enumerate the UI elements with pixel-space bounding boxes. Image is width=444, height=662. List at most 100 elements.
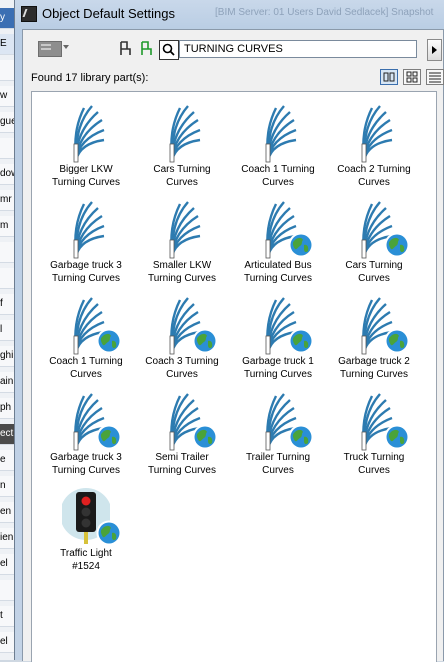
library-part-name-line2: Turning Curves	[244, 369, 312, 380]
globe-icon	[96, 424, 122, 450]
turning-curves-icon	[169, 201, 201, 259]
library-part-item[interactable]: Cars Turning Curves	[134, 100, 230, 196]
green-chair-object-icon[interactable]	[139, 40, 153, 56]
library-part-label: Coach 3 Turning Curves	[134, 355, 230, 381]
library-part-name-line2: Turning Curves	[52, 273, 120, 284]
library-part-item[interactable]: Cars Turning Curves	[326, 196, 422, 292]
library-part-label: Truck Turning Curves	[326, 451, 422, 477]
library-part-label: Coach 1 Turning Curves	[230, 163, 326, 189]
library-part-name-line1: Traffic Light	[60, 548, 112, 559]
library-part-label: Cars Turning Curves	[326, 259, 422, 285]
library-part-name-line1: Coach 3 Turning	[145, 356, 219, 367]
library-part-item[interactable]: Truck Turning Curves	[326, 388, 422, 484]
library-part-label: Coach 2 Turning Curves	[326, 163, 422, 189]
library-part-name-line1: Coach 1 Turning	[241, 164, 315, 175]
found-count-label: Found 17 library part(s):	[31, 72, 149, 84]
magnifier-icon	[162, 43, 175, 56]
library-part-name-line2: Curves	[358, 273, 390, 284]
chevron-down-icon[interactable]	[63, 45, 69, 49]
library-part-item[interactable]: Coach 2 Turning Curves	[326, 100, 422, 196]
library-part-item[interactable]: Articulated Bus Turning Curves	[230, 196, 326, 292]
library-part-name-line1: Articulated Bus	[244, 260, 312, 271]
library-part-name-line1: Cars Turning	[153, 164, 211, 175]
library-part-label: Garbage truck 3 Turning Curves	[38, 451, 134, 477]
globe-icon	[96, 328, 122, 354]
library-part-name-line1: Truck Turning	[343, 452, 405, 463]
title-bar[interactable]: Object Default Settings [BIM Server: 01 …	[15, 0, 444, 27]
library-part-name-line2: Turning Curves	[244, 273, 312, 284]
library-part-name-line1: Garbage truck 1	[242, 356, 314, 367]
small-icons-view-button[interactable]	[403, 69, 421, 85]
library-part-name-line2: Curves	[262, 465, 294, 476]
library-part-name-line2: Turning Curves	[148, 273, 216, 284]
list-view-icon	[429, 72, 441, 83]
globe-icon	[384, 232, 410, 258]
background-window-title: [BIM Server: 01 Users David Sedlacek] Sn…	[215, 7, 434, 18]
preview-pane-icon[interactable]	[38, 41, 62, 57]
library-parts-grid[interactable]: Bigger LKW Turning Curves Cars Turning Curv…	[31, 91, 437, 662]
library-part-name-line1: Semi Trailer	[155, 452, 209, 463]
library-part-item[interactable]: Garbage truck 1 Turning Curves	[230, 292, 326, 388]
library-part-item[interactable]: Smaller LKW Turning Curves	[134, 196, 230, 292]
toolbar	[23, 30, 443, 70]
library-part-name-line2: Curves	[166, 177, 198, 188]
library-part-name-line2: #1524	[72, 561, 100, 572]
library-part-label: Traffic Light #1524	[38, 547, 134, 573]
library-part-label: Cars Turning Curves	[134, 163, 230, 189]
library-part-name-line1: Cars Turning	[345, 260, 403, 271]
library-part-item[interactable]: Garbage truck 3 Turning Curves	[38, 196, 134, 292]
library-part-label: Garbage truck 2 Turning Curves	[326, 355, 422, 381]
library-part-name-line1: Coach 2 Turning	[337, 164, 411, 175]
large-icons-view-icon	[383, 72, 395, 82]
archicad-app-icon	[21, 6, 37, 22]
chair-object-icon[interactable]	[118, 40, 132, 56]
search-input[interactable]	[179, 40, 417, 58]
library-part-name-line2: Turning Curves	[148, 465, 216, 476]
globe-icon	[96, 520, 122, 546]
library-part-label: Semi Trailer Turning Curves	[134, 451, 230, 477]
library-part-label: Articulated Bus Turning Curves	[230, 259, 326, 285]
library-part-item[interactable]: Bigger LKW Turning Curves	[38, 100, 134, 196]
library-part-name-line1: Trailer Turning	[245, 452, 311, 463]
library-part-name-line2: Turning Curves	[52, 465, 120, 476]
dialog-body: Found 17 library part(s): Bigger	[22, 29, 444, 662]
list-view-button[interactable]	[426, 69, 444, 85]
object-default-settings-dialog: Object Default Settings [BIM Server: 01 …	[14, 0, 444, 662]
globe-icon	[192, 328, 218, 354]
library-part-label: Garbage truck 3 Turning Curves	[38, 259, 134, 285]
library-part-label: Smaller LKW Turning Curves	[134, 259, 230, 285]
large-icons-view-button[interactable]	[380, 69, 398, 85]
window-title: Object Default Settings	[42, 6, 175, 21]
library-part-item[interactable]: Coach 1 Turning Curves	[38, 292, 134, 388]
globe-icon	[384, 424, 410, 450]
library-part-item[interactable]: Traffic Light #1524	[38, 484, 134, 580]
next-arrow-button[interactable]	[427, 39, 442, 61]
library-part-name-line1: Coach 1 Turning	[49, 356, 123, 367]
library-part-item[interactable]: Garbage truck 2 Turning Curves	[326, 292, 422, 388]
globe-icon	[384, 328, 410, 354]
globe-icon	[288, 424, 314, 450]
turning-curves-icon	[169, 105, 201, 163]
library-part-name-line1: Garbage truck 3	[50, 260, 122, 271]
library-part-name-line1: Smaller LKW	[152, 260, 212, 271]
library-part-item[interactable]: Coach 3 Turning Curves	[134, 292, 230, 388]
library-part-item[interactable]: Trailer Turning Curves	[230, 388, 326, 484]
library-part-item[interactable]: Semi Trailer Turning Curves	[134, 388, 230, 484]
turning-curves-icon	[73, 201, 105, 259]
library-part-name-line1: Garbage truck 3	[50, 452, 122, 463]
library-part-name-line2: Curves	[166, 369, 198, 380]
turning-curves-icon	[265, 105, 297, 163]
library-part-label: Garbage truck 1 Turning Curves	[230, 355, 326, 381]
library-part-name-line2: Curves	[358, 177, 390, 188]
library-part-label: Coach 1 Turning Curves	[38, 355, 134, 381]
search-button[interactable]	[159, 40, 179, 60]
library-part-name-line1: Bigger LKW	[59, 164, 113, 175]
library-part-item[interactable]: Garbage truck 3 Turning Curves	[38, 388, 134, 484]
library-part-name-line1: Garbage truck 2	[338, 356, 410, 367]
globe-icon	[288, 232, 314, 258]
small-icons-view-icon	[406, 71, 418, 83]
globe-icon	[192, 424, 218, 450]
library-part-label: Trailer Turning Curves	[230, 451, 326, 477]
library-part-name-line2: Curves	[262, 177, 294, 188]
library-part-item[interactable]: Coach 1 Turning Curves	[230, 100, 326, 196]
